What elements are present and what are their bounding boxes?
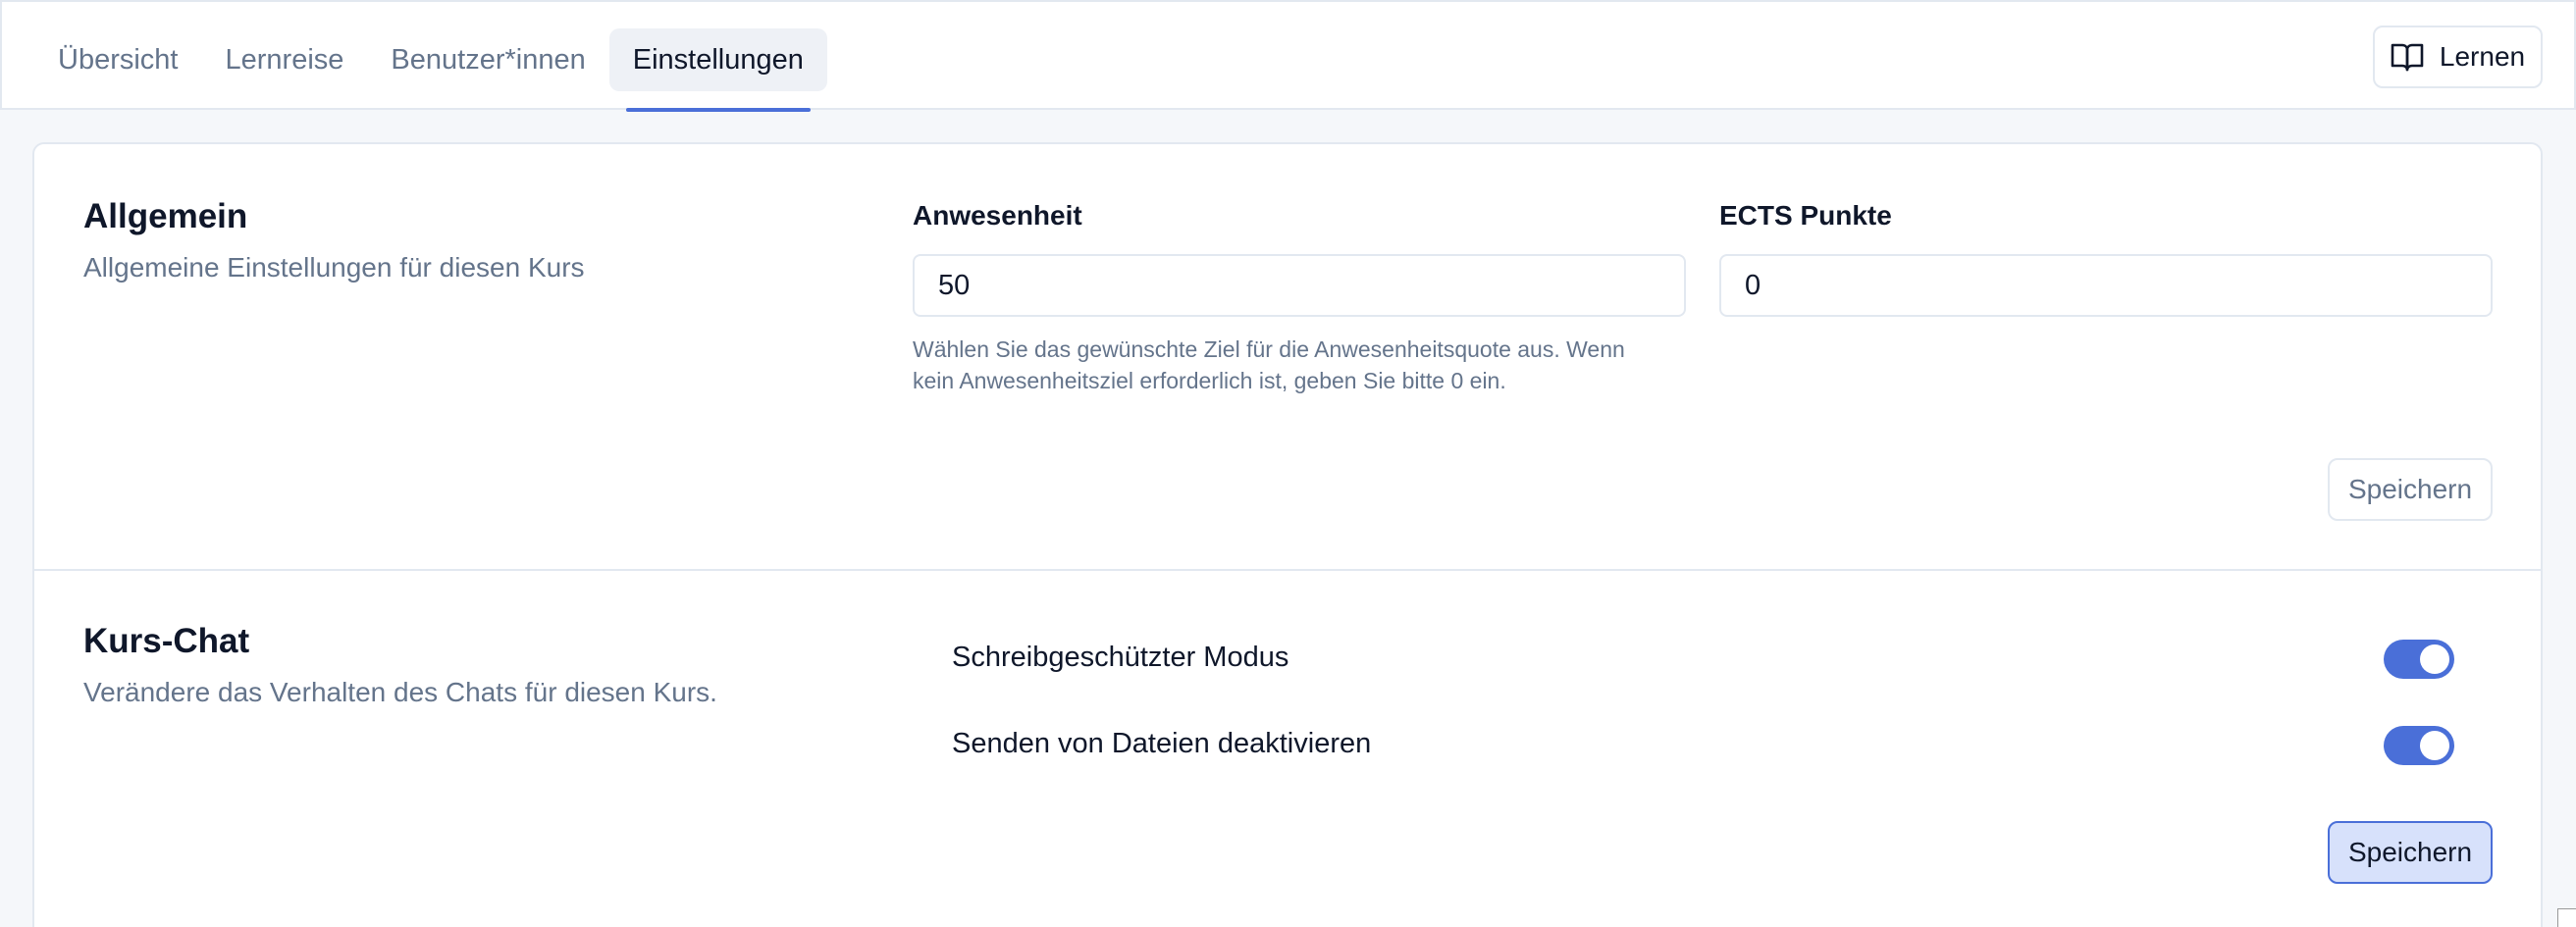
ects-input[interactable]: 0 — [1719, 254, 2493, 317]
disable-file-sending-toggle[interactable] — [2384, 726, 2454, 765]
settings-card: Allgemein Allgemeine Einstellungen für d… — [32, 142, 2543, 927]
toggle-knob — [2420, 731, 2449, 760]
attendance-hint-line-1: Wählen Sie das gewünschte Ziel für die A… — [913, 336, 1625, 362]
page: Übersicht Lernreise Benutzer*innen Einst… — [0, 0, 2576, 927]
tab-settings[interactable]: Einstellungen — [608, 28, 827, 112]
tab-overview[interactable]: Übersicht — [34, 28, 202, 91]
chat-section-description: Verändere das Verhalten des Chats für di… — [83, 677, 717, 707]
section-divider — [34, 569, 2541, 571]
read-only-mode-label: Schreibgeschützter Modus — [952, 642, 1289, 673]
toggle-knob — [2420, 644, 2449, 674]
tab-users[interactable]: Benutzer*innen — [367, 28, 608, 91]
book-open-icon — [2391, 43, 2424, 72]
learn-button-label: Lernen — [2439, 41, 2526, 72]
attendance-input[interactable]: 50 — [913, 254, 1686, 317]
tab-list: Übersicht Lernreise Benutzer*innen Einst… — [34, 28, 827, 112]
attendance-hint-line-2: kein Anwesenheitsziel erforderlich ist, … — [913, 368, 1506, 393]
read-only-mode-toggle[interactable] — [2384, 640, 2454, 679]
general-section-title: Allgemein — [83, 197, 248, 235]
resize-handle[interactable] — [2557, 908, 2576, 927]
ects-label: ECTS Punkte — [1719, 200, 1892, 231]
general-section-description: Allgemeine Einstellungen für diesen Kurs — [83, 252, 585, 283]
top-navigation-bar: Übersicht Lernreise Benutzer*innen Einst… — [0, 0, 2576, 112]
disable-file-sending-label: Senden von Dateien deaktivieren — [952, 728, 1372, 759]
attendance-hint: Wählen Sie das gewünschte Ziel für die A… — [913, 334, 1698, 396]
general-save-button[interactable]: Speichern — [2328, 458, 2493, 521]
chat-save-button[interactable]: Speichern — [2328, 821, 2493, 884]
chat-section-title: Kurs-Chat — [83, 622, 250, 660]
attendance-label: Anwesenheit — [913, 200, 1082, 231]
tab-learning-journey[interactable]: Lernreise — [202, 28, 368, 91]
learn-button[interactable]: Lernen — [2373, 26, 2543, 88]
